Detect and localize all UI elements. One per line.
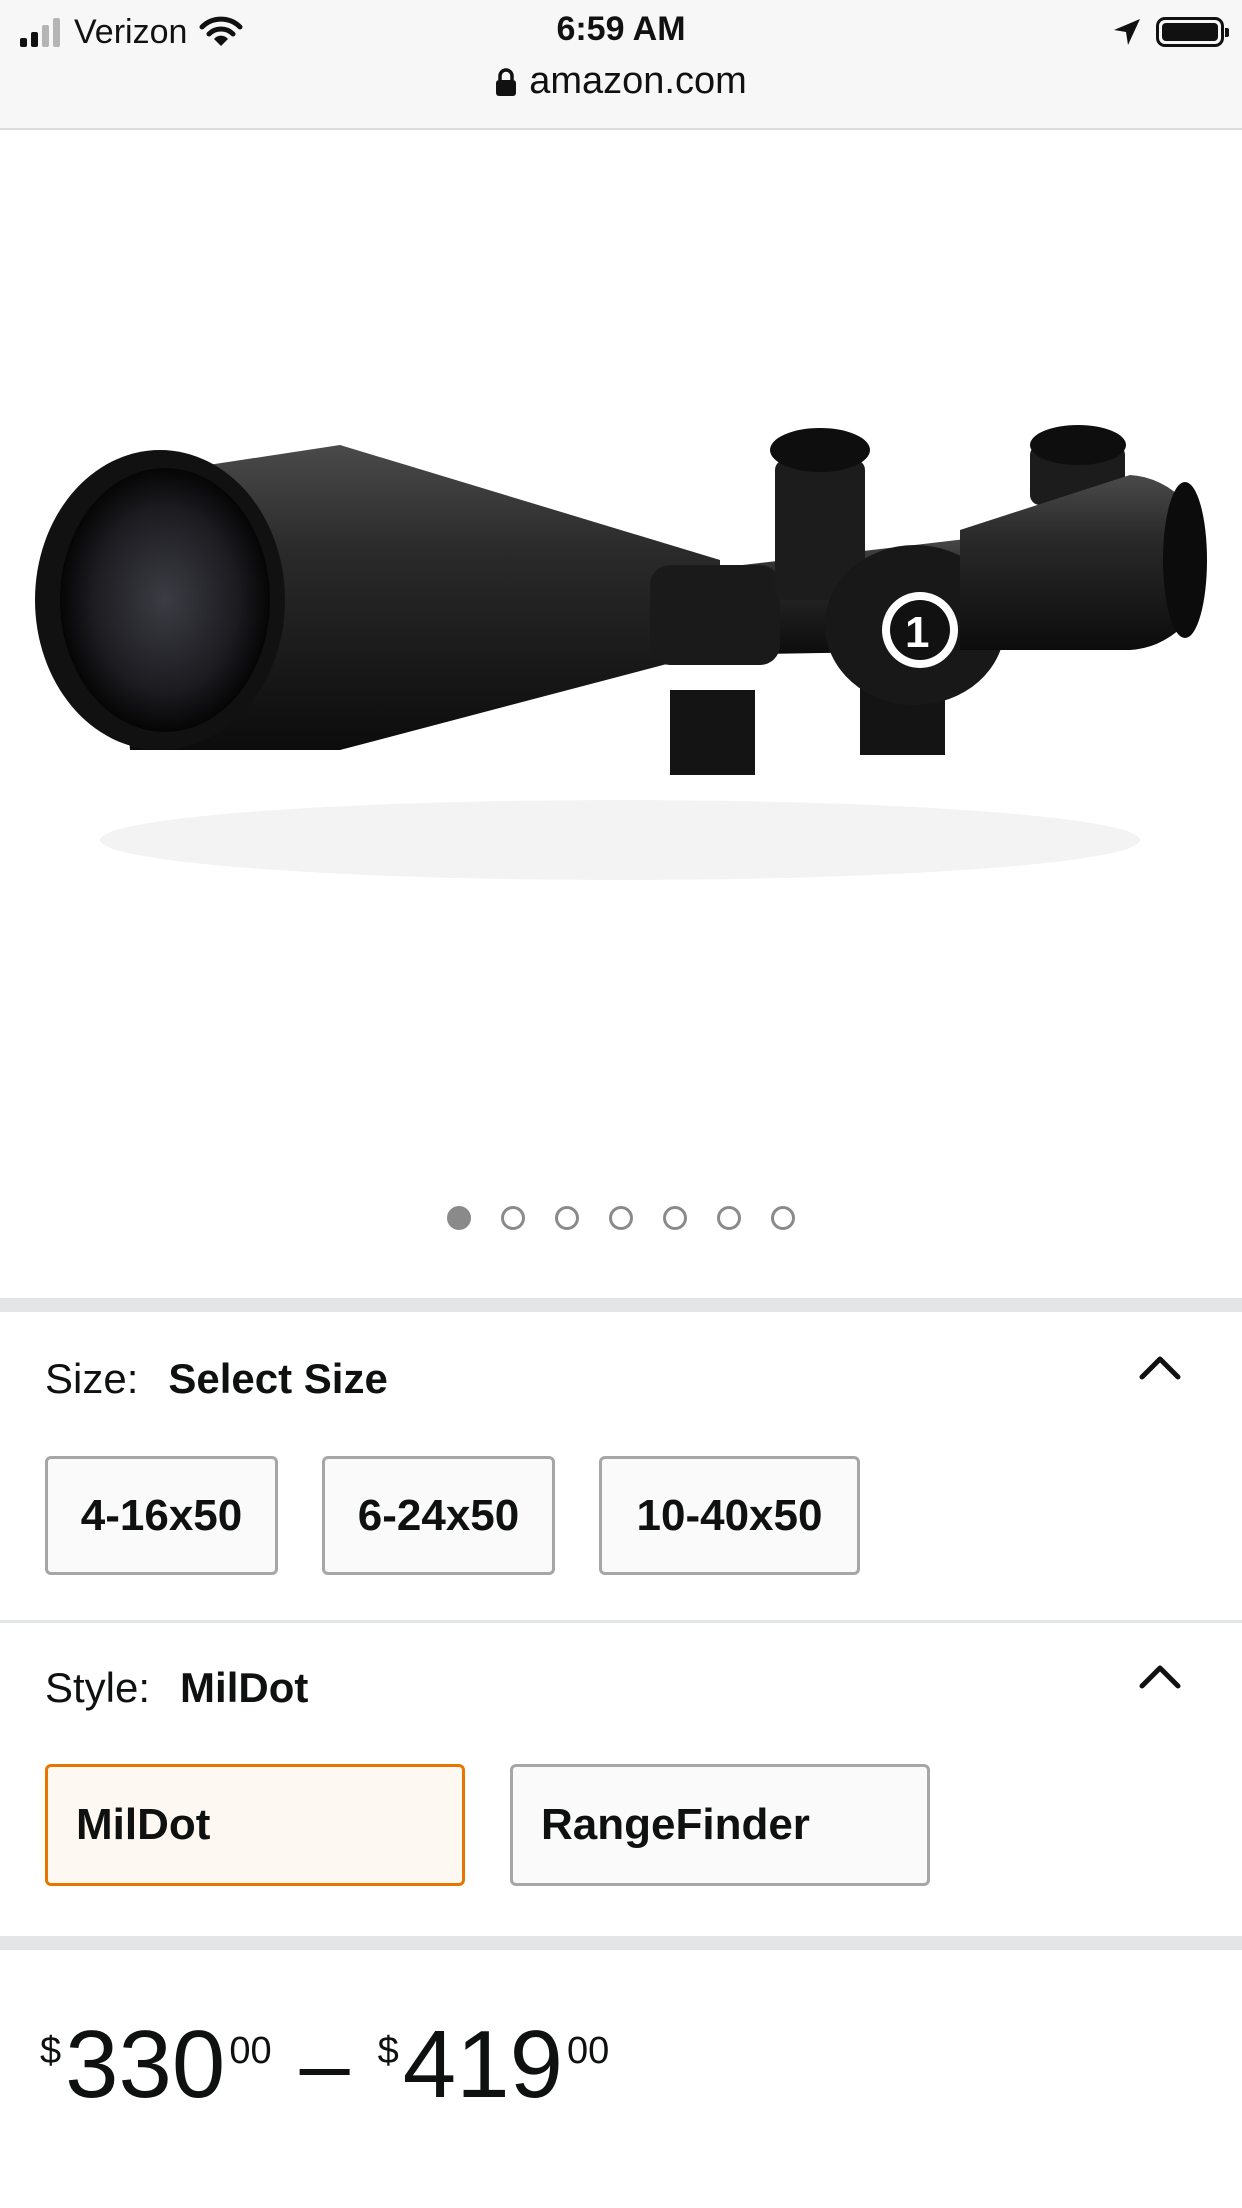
price-low-fraction: 00 bbox=[229, 2030, 272, 2072]
price-separator: – bbox=[299, 2015, 350, 2115]
style-selected-value: MilDot bbox=[180, 1664, 309, 1711]
svg-text:1: 1 bbox=[905, 608, 929, 657]
carousel-dot[interactable] bbox=[555, 1206, 579, 1230]
price-range: $ 330 00 – $ 419 00 bbox=[40, 2010, 609, 2120]
url-text[interactable]: amazon.com bbox=[529, 60, 747, 103]
carousel-dot[interactable] bbox=[501, 1206, 525, 1230]
style-option-rangefinder[interactable]: RangeFinder bbox=[510, 1764, 930, 1886]
address-bar[interactable]: amazon.com bbox=[0, 60, 1242, 103]
carousel-dot[interactable] bbox=[609, 1206, 633, 1230]
product-image[interactable]: 1 bbox=[0, 130, 1242, 1160]
price-low-currency: $ bbox=[40, 2030, 62, 2072]
price-low-whole: 330 bbox=[65, 2011, 226, 2118]
chevron-up-icon[interactable] bbox=[1138, 1662, 1182, 1690]
lock-icon bbox=[496, 67, 517, 96]
style-option-mildot[interactable]: MilDot bbox=[45, 1764, 465, 1886]
section-divider bbox=[0, 1936, 1242, 1950]
carousel-dot[interactable] bbox=[771, 1206, 795, 1230]
chevron-up-icon[interactable] bbox=[1138, 1353, 1182, 1381]
section-divider bbox=[0, 1298, 1242, 1312]
price-high-currency: $ bbox=[377, 2030, 399, 2072]
size-selected-value: Select Size bbox=[168, 1355, 388, 1402]
size-label: Size: bbox=[45, 1355, 139, 1402]
style-header[interactable]: Style: MilDot bbox=[45, 1664, 308, 1712]
carousel-dot[interactable] bbox=[447, 1206, 471, 1230]
section-divider bbox=[0, 1620, 1242, 1623]
battery-icon bbox=[1156, 17, 1229, 47]
carousel-dot[interactable] bbox=[717, 1206, 741, 1230]
status-bar-right bbox=[1112, 12, 1229, 52]
image-carousel-dots bbox=[0, 1206, 1242, 1230]
size-option-4-16x50[interactable]: 4-16x50 bbox=[45, 1456, 278, 1575]
status-bar-time: 6:59 AM bbox=[556, 10, 686, 48]
size-option-10-40x50[interactable]: 10-40x50 bbox=[599, 1456, 860, 1575]
size-header[interactable]: Size: Select Size bbox=[45, 1355, 388, 1403]
size-option-6-24x50[interactable]: 6-24x50 bbox=[322, 1456, 555, 1575]
price-high-whole: 419 bbox=[402, 2011, 563, 2118]
style-label: Style: bbox=[45, 1664, 151, 1711]
carousel-dot[interactable] bbox=[663, 1206, 687, 1230]
price-high-fraction: 00 bbox=[566, 2030, 610, 2072]
rifle-scope-image: 1 bbox=[35, 425, 1207, 880]
location-arrow-icon bbox=[1114, 19, 1140, 45]
status-bar: Verizon 6:59 AM amazon.com bbox=[0, 0, 1242, 130]
